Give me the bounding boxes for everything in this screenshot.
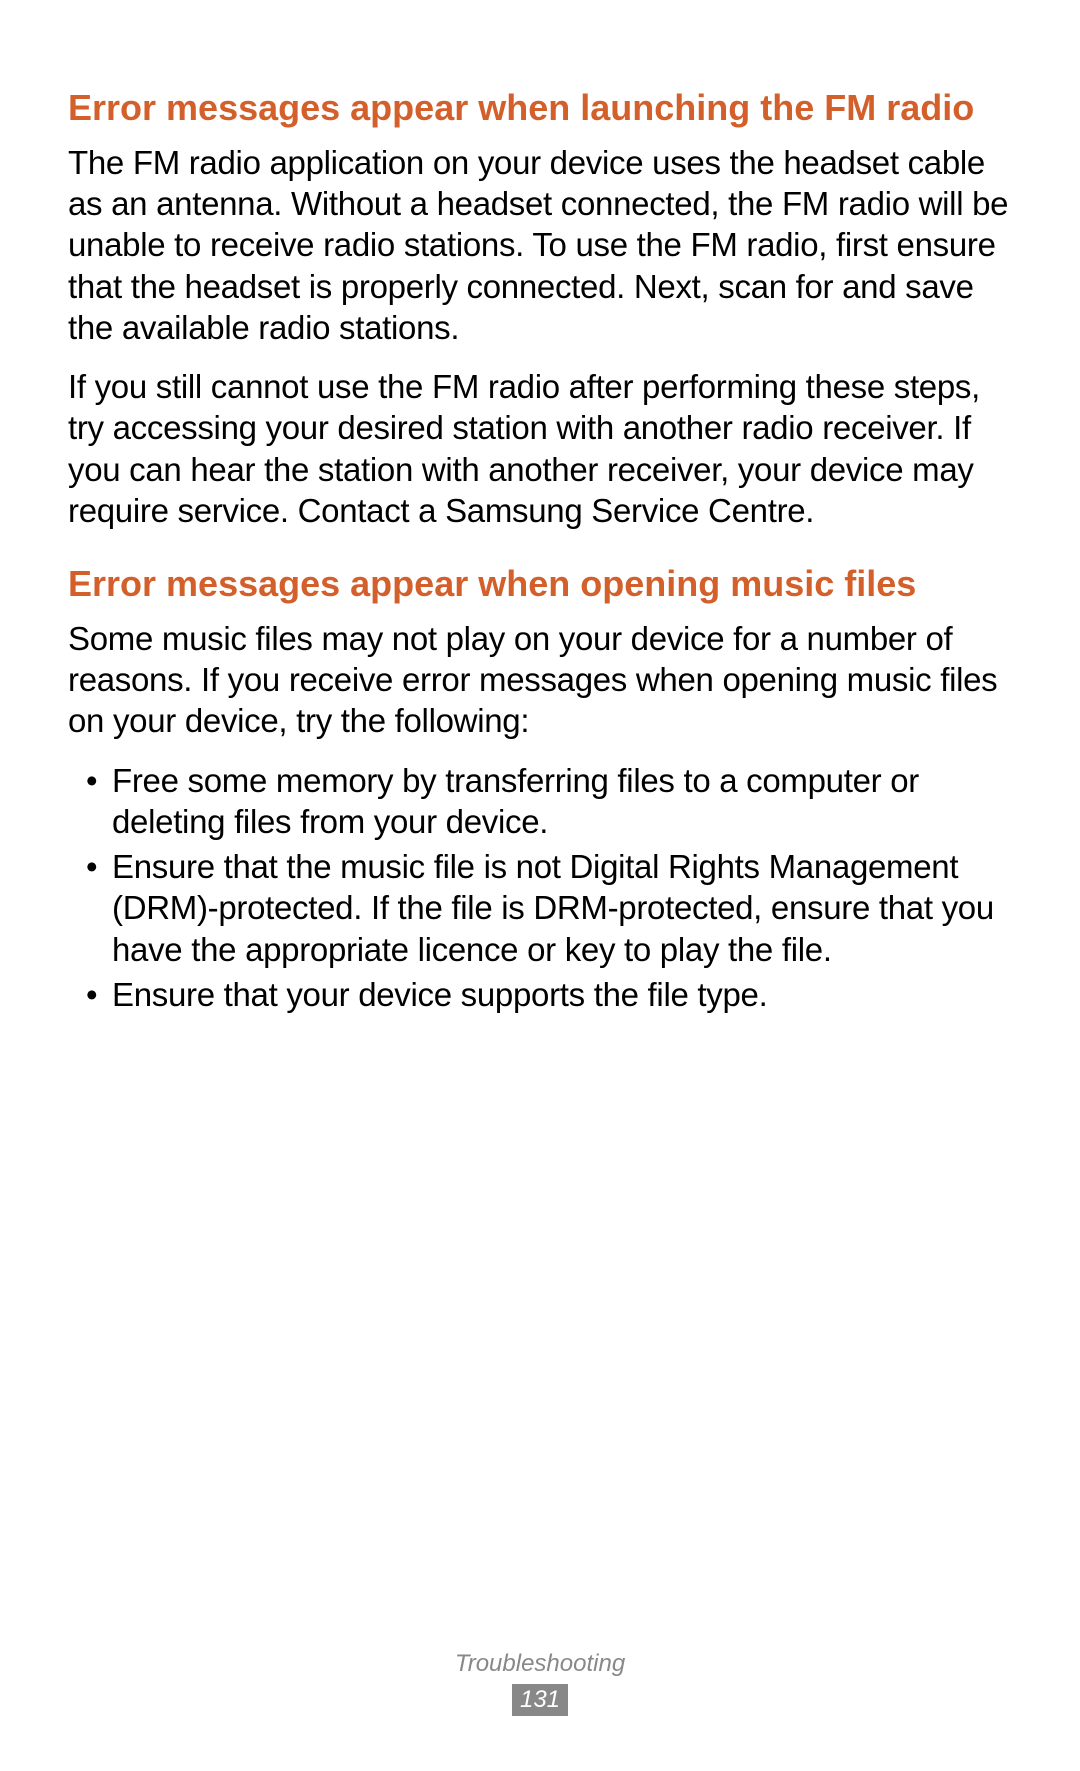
- section-music-files: Error messages appear when opening music…: [68, 561, 1012, 1015]
- paragraph-text: Some music files may not play on your de…: [68, 618, 1012, 742]
- page-number: 131: [512, 1684, 568, 1716]
- section-fm-radio: Error messages appear when launching the…: [68, 85, 1012, 531]
- heading-music-files: Error messages appear when opening music…: [68, 561, 1012, 608]
- bullet-list: Free some memory by transferring files t…: [68, 760, 1012, 1016]
- paragraph-text: If you still cannot use the FM radio aft…: [68, 366, 1012, 531]
- page-footer: Troubleshooting 131: [0, 1650, 1080, 1716]
- list-item: Ensure that the music file is not Digita…: [90, 846, 1012, 970]
- list-item: Free some memory by transferring files t…: [90, 760, 1012, 843]
- footer-section-label: Troubleshooting: [0, 1650, 1080, 1678]
- list-item: Ensure that your device supports the fil…: [90, 974, 1012, 1015]
- paragraph-text: The FM radio application on your device …: [68, 142, 1012, 348]
- page-content: Error messages appear when launching the…: [0, 0, 1080, 1015]
- heading-fm-radio: Error messages appear when launching the…: [68, 85, 1012, 132]
